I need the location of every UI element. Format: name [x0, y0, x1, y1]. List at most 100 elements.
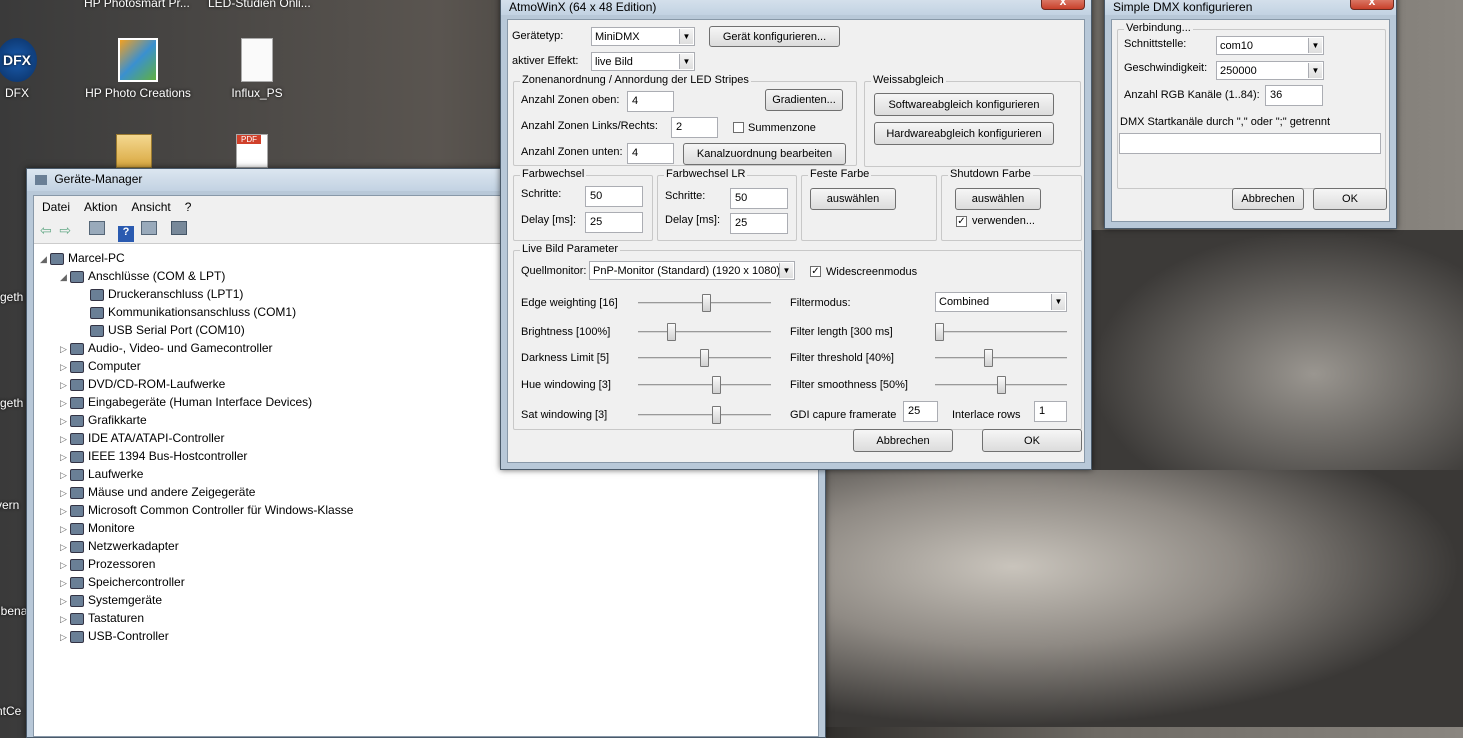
slider[interactable] — [638, 405, 771, 425]
slider[interactable] — [638, 322, 771, 342]
tree-category[interactable]: ▷ Grafikkarte — [60, 411, 147, 429]
tree-category[interactable]: ▷ DVD/CD-ROM-Laufwerke — [60, 375, 225, 393]
collapsed-arrow-icon[interactable]: ▷ — [60, 376, 70, 394]
slider[interactable] — [935, 348, 1067, 368]
desktop-label-hp-photosmart[interactable]: HP Photosmart Pr... — [84, 0, 190, 10]
farbwechsel-lr-schritte-input[interactable]: 50 — [730, 188, 788, 209]
tree-device[interactable]: Druckeranschluss (LPT1) — [80, 285, 243, 303]
scan-hardware-icon[interactable] — [170, 221, 187, 235]
softwareabgleich-button[interactable]: Softwareabgleich konfigurieren — [874, 93, 1054, 116]
menu-help[interactable]: ? — [185, 200, 192, 214]
summenzone-checkbox[interactable] — [733, 122, 744, 133]
close-button[interactable]: x — [1350, 0, 1394, 10]
desktop-icon-hp-photo-creations[interactable]: HP Photo Creations — [83, 38, 193, 100]
tree-category[interactable]: ▷ Prozessoren — [60, 555, 155, 573]
collapsed-arrow-icon[interactable]: ▷ — [60, 466, 70, 484]
tree-category[interactable]: ▷ IEEE 1394 Bus-Hostcontroller — [60, 447, 247, 465]
slider-thumb[interactable] — [935, 323, 944, 341]
collapsed-arrow-icon[interactable]: ▷ — [60, 628, 70, 646]
tree-category[interactable]: ▷ Speichercontroller — [60, 573, 185, 591]
desktop-icon-dfx[interactable]: DFX DFX — [0, 38, 72, 100]
tree-category[interactable]: ▷ Systemgeräte — [60, 591, 162, 609]
tree-category[interactable]: ▷ Tastaturen — [60, 609, 144, 627]
desktop-edge-label[interactable]: rgeth — [0, 290, 23, 304]
shutdown-auswaehlen-button[interactable]: auswählen — [955, 188, 1041, 210]
schnittstelle-select[interactable]: com10 ▼ — [1216, 36, 1324, 55]
menu-aktion[interactable]: Aktion — [84, 200, 117, 214]
collapsed-arrow-icon[interactable]: ▷ — [60, 340, 70, 358]
tree-category[interactable]: ▷ Audio-, Video- und Gamecontroller — [60, 339, 273, 357]
slider-thumb[interactable] — [996, 376, 1006, 394]
forward-icon[interactable]: ⇨ — [59, 222, 75, 238]
kanalzuordnung-button[interactable]: Kanalzuordnung bearbeiten — [683, 143, 846, 165]
tree-device[interactable]: Kommunikationsanschluss (COM1) — [80, 303, 296, 321]
rgb-kanaele-input[interactable]: 36 — [1265, 85, 1323, 106]
tree-category[interactable]: ▷ IDE ATA/ATAPI-Controller — [60, 429, 224, 447]
collapsed-arrow-icon[interactable]: ▷ — [60, 592, 70, 610]
collapsed-arrow-icon[interactable]: ▷ — [60, 448, 70, 466]
widescreen-checkbox[interactable]: ✓ — [810, 266, 821, 277]
tree-category[interactable]: ◢ Anschlüsse (COM & LPT) — [60, 267, 225, 285]
filtermodus-select[interactable]: Combined ▼ — [935, 292, 1067, 312]
collapsed-arrow-icon[interactable]: ▷ — [60, 358, 70, 376]
tree-category[interactable]: ▷ Mäuse und andere Zeigegeräte — [60, 483, 255, 501]
menu-datei[interactable]: Datei — [42, 200, 70, 214]
geschwindigkeit-select[interactable]: 250000 ▼ — [1216, 61, 1324, 80]
tree-category[interactable]: ▷ USB-Controller — [60, 627, 169, 645]
geraetetyp-select[interactable]: MiniDMX ▼ — [591, 27, 695, 46]
farbwechsel-lr-delay-input[interactable]: 25 — [730, 213, 788, 234]
tree-category[interactable]: ▷ Laufwerke — [60, 465, 143, 483]
slider-thumb[interactable] — [712, 376, 722, 394]
ok-button[interactable]: OK — [982, 429, 1082, 452]
slider[interactable] — [638, 293, 771, 313]
effekt-select[interactable]: live Bild ▼ — [591, 52, 695, 71]
atmowinx-titlebar[interactable]: AtmoWinX (64 x 48 Edition) — [501, 0, 1091, 15]
collapsed-arrow-icon[interactable]: ▷ — [60, 556, 70, 574]
dmx-cancel-button[interactable]: Abbrechen — [1232, 188, 1304, 210]
hardwareabgleich-button[interactable]: Hardwareabgleich konfigurieren — [874, 122, 1054, 145]
menu-ansicht[interactable]: Ansicht — [131, 200, 170, 214]
cancel-button[interactable]: Abbrechen — [853, 429, 953, 452]
quellmonitor-select[interactable]: PnP-Monitor (Standard) (1920 x 1080) ▼ — [589, 261, 795, 280]
collapsed-arrow-icon[interactable]: ▷ — [60, 484, 70, 502]
desktop-edge-label[interactable]: nbena — [0, 604, 27, 618]
tree-category[interactable]: ▷ Monitore — [60, 519, 135, 537]
pdf-icon[interactable]: PDF — [236, 134, 268, 168]
slider[interactable] — [935, 322, 1067, 342]
farbwechsel-delay-input[interactable]: 25 — [585, 212, 643, 233]
collapsed-arrow-icon[interactable]: ▷ — [60, 610, 70, 628]
tree-category[interactable]: ▷ Computer — [60, 357, 141, 375]
expanded-arrow-icon[interactable]: ◢ — [40, 250, 50, 268]
view-icon[interactable] — [141, 221, 158, 235]
interlace-rows-input[interactable]: 1 — [1034, 401, 1067, 422]
gdi-framerate-input[interactable]: 25 — [903, 401, 938, 422]
zonen-lr-input[interactable]: 2 — [671, 117, 718, 138]
desktop-icon-influx-ps[interactable]: Influx_PS — [202, 38, 312, 100]
zonen-unten-input[interactable]: 4 — [627, 143, 674, 164]
slider[interactable] — [638, 348, 771, 368]
farbwechsel-schritte-input[interactable]: 50 — [585, 186, 643, 207]
tree-device[interactable]: USB Serial Port (COM10) — [80, 321, 245, 339]
slider[interactable] — [935, 375, 1067, 395]
collapsed-arrow-icon[interactable]: ▷ — [60, 502, 70, 520]
close-button[interactable]: x — [1041, 0, 1085, 10]
help-icon[interactable]: ? — [118, 226, 135, 242]
tree-category[interactable]: ▷ Eingabegeräte (Human Interface Devices) — [60, 393, 312, 411]
tree-root[interactable]: ◢ Marcel-PC — [40, 249, 125, 267]
tree-category[interactable]: ▷ Microsoft Common Controller für Windows… — [60, 501, 353, 519]
collapsed-arrow-icon[interactable]: ▷ — [60, 412, 70, 430]
folder-icon[interactable] — [116, 134, 152, 168]
collapsed-arrow-icon[interactable]: ▷ — [60, 394, 70, 412]
dmx-ok-button[interactable]: OK — [1313, 188, 1387, 210]
collapsed-arrow-icon[interactable]: ▷ — [60, 538, 70, 556]
desktop-edge-label[interactable]: vern — [0, 498, 19, 512]
verwenden-checkbox[interactable]: ✓ — [956, 216, 967, 227]
properties-icon[interactable] — [88, 221, 105, 235]
desktop-label-led-studien[interactable]: LED-Studien Onli... — [208, 0, 311, 10]
slider-thumb[interactable] — [666, 323, 676, 341]
slider[interactable] — [638, 375, 771, 395]
desktop-edge-label[interactable]: rgeth — [0, 396, 23, 410]
slider-thumb[interactable] — [712, 406, 722, 424]
slider-thumb[interactable] — [984, 349, 994, 367]
desktop-edge-label[interactable]: ntCe — [0, 704, 21, 718]
